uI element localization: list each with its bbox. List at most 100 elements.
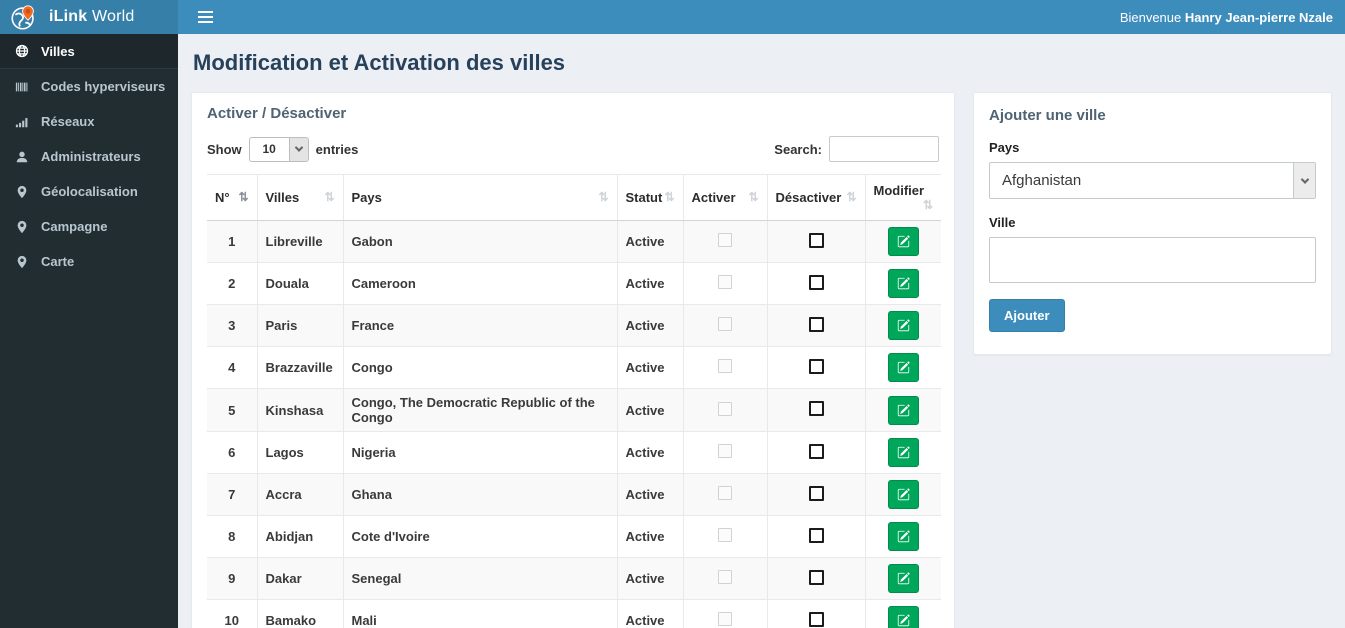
- desactiver-checkbox[interactable]: [808, 358, 824, 374]
- desactiver-checkbox[interactable]: [808, 401, 824, 416]
- desactiver-cell: [767, 557, 866, 600]
- desactiver-checkbox[interactable]: [808, 611, 824, 627]
- sidebar-item-campagne[interactable]: Campagne: [0, 209, 178, 244]
- sidebar-item-reseaux[interactable]: Réseaux: [0, 104, 178, 139]
- page-length-value: 10: [262, 142, 276, 156]
- modifier-button[interactable]: [887, 522, 919, 551]
- modifier-button[interactable]: [887, 353, 919, 382]
- statut-cell: Active: [617, 473, 684, 516]
- column-label: Modifier: [873, 183, 925, 198]
- statut-cell: Active: [617, 388, 684, 432]
- modifier-button[interactable]: [887, 480, 919, 509]
- sidebar-item-geolocalisation[interactable]: Géolocalisation: [0, 174, 178, 209]
- activer-checkbox[interactable]: [718, 317, 732, 331]
- activer-checkbox[interactable]: [718, 233, 732, 247]
- edit-pencil-square-icon: [897, 530, 910, 543]
- modifier-button[interactable]: [887, 227, 919, 256]
- modifier-cell: [865, 431, 941, 474]
- ville-input[interactable]: [989, 237, 1316, 283]
- pays-select[interactable]: Afghanistan: [989, 162, 1316, 199]
- activer-checkbox[interactable]: [718, 570, 732, 584]
- desactiver-cell: [767, 346, 866, 389]
- activer-cell: [683, 346, 768, 389]
- pays-cell: Congo: [343, 346, 618, 389]
- main-content: Modification et Activation des villes Ac…: [178, 34, 1345, 628]
- activer-checkbox[interactable]: [718, 401, 732, 416]
- column-header-villes[interactable]: Villes ⇅: [257, 174, 344, 221]
- row-number-cell: 9: [207, 557, 258, 600]
- statut-cell: Active: [617, 220, 684, 263]
- search-input[interactable]: [829, 136, 939, 162]
- activer-checkbox[interactable]: [718, 359, 732, 373]
- modifier-cell: [865, 346, 941, 389]
- table-row: 10 Bamako Mali Active: [207, 599, 941, 628]
- globe-icon: [14, 43, 30, 59]
- edit-pencil-square-icon: [897, 614, 910, 627]
- sidebar-item-label: Codes hyperviseurs: [41, 79, 166, 94]
- column-header-modifier[interactable]: Modifier ⇅: [865, 174, 941, 221]
- add-panel-title: Ajouter une ville: [989, 107, 1106, 124]
- brand-logo-area[interactable]: iLink World: [0, 0, 178, 34]
- sort-icon: ⇅: [598, 190, 609, 204]
- desactiver-checkbox[interactable]: [808, 569, 824, 585]
- desactiver-checkbox[interactable]: [808, 232, 824, 248]
- sort-icon: ⇅: [846, 190, 857, 204]
- activer-checkbox[interactable]: [718, 275, 732, 289]
- statut-cell: Active: [617, 515, 684, 558]
- desactiver-checkbox[interactable]: [808, 527, 824, 543]
- statut-cell: Active: [617, 262, 684, 305]
- ajouter-button[interactable]: Ajouter: [989, 299, 1065, 332]
- row-number-cell: 1: [207, 220, 258, 263]
- column-label: Désactiver: [775, 190, 842, 205]
- pays-cell: Ghana: [343, 473, 618, 516]
- column-header-n[interactable]: N° ⇅: [207, 174, 258, 221]
- sidebar-item-carte[interactable]: Carte: [0, 244, 178, 279]
- map-marker-icon: [14, 219, 30, 235]
- sidebar-item-villes[interactable]: Villes: [0, 34, 178, 69]
- column-header-activer[interactable]: Activer ⇅: [683, 174, 768, 221]
- desactiver-checkbox[interactable]: [808, 274, 824, 290]
- activer-checkbox[interactable]: [718, 528, 732, 542]
- column-header-statut[interactable]: Statut ⇅: [617, 174, 684, 221]
- desactiver-cell: [767, 220, 866, 263]
- activer-cell: [683, 515, 768, 558]
- table-panel-title: Activer / Désactiver: [207, 105, 347, 122]
- table-row: 4 Brazzaville Congo Active: [207, 346, 941, 389]
- modifier-button[interactable]: [887, 311, 919, 340]
- column-header-dsactiver[interactable]: Désactiver ⇅: [767, 174, 866, 221]
- sidebar-item-codes-hyperviseurs[interactable]: Codes hyperviseurs: [0, 69, 178, 104]
- villes-table: N° ⇅ Villes ⇅ Pays ⇅ Statut ⇅ Activer ⇅ Désactiver…: [207, 174, 941, 628]
- pays-cell: Senegal: [343, 557, 618, 600]
- activer-checkbox[interactable]: [718, 486, 732, 500]
- column-header-pays[interactable]: Pays ⇅: [343, 174, 618, 221]
- sidebar-item-label: Réseaux: [41, 114, 95, 129]
- modifier-button[interactable]: [887, 564, 919, 593]
- desactiver-checkbox[interactable]: [808, 485, 824, 501]
- modifier-button[interactable]: [887, 438, 919, 467]
- row-number-cell: 6: [207, 431, 258, 474]
- statut-cell: Active: [617, 431, 684, 474]
- pays-cell: Nigeria: [343, 431, 618, 474]
- sidebar-item-label: Villes: [41, 43, 75, 59]
- sidebar-item-administrateurs[interactable]: Administrateurs: [0, 139, 178, 174]
- search-label: Search:: [774, 141, 822, 157]
- column-label: Statut: [625, 190, 663, 205]
- activer-checkbox[interactable]: [718, 612, 732, 626]
- sidebar-toggle-hamburger-icon[interactable]: [190, 0, 220, 34]
- desactiver-cell: [767, 599, 866, 628]
- top-navbar: iLink World Bienvenue Hanry Jean-pierre …: [0, 0, 1345, 34]
- desactiver-cell: [767, 262, 866, 305]
- chevron-down-icon: [288, 137, 308, 161]
- modifier-button[interactable]: [887, 395, 919, 425]
- modifier-button[interactable]: [887, 606, 919, 628]
- row-number-cell: 2: [207, 262, 258, 305]
- ville-cell: Bamako: [257, 599, 344, 628]
- desactiver-checkbox[interactable]: [808, 316, 824, 332]
- desactiver-checkbox[interactable]: [808, 443, 824, 459]
- activer-checkbox[interactable]: [718, 444, 732, 458]
- ville-cell: Kinshasa: [257, 388, 344, 432]
- page-length-select[interactable]: 10: [248, 136, 309, 162]
- activer-desactiver-panel: Activer / Désactiver Show 10 entries Sea…: [191, 92, 955, 628]
- signal-icon: [14, 114, 30, 130]
- modifier-button[interactable]: [887, 269, 919, 298]
